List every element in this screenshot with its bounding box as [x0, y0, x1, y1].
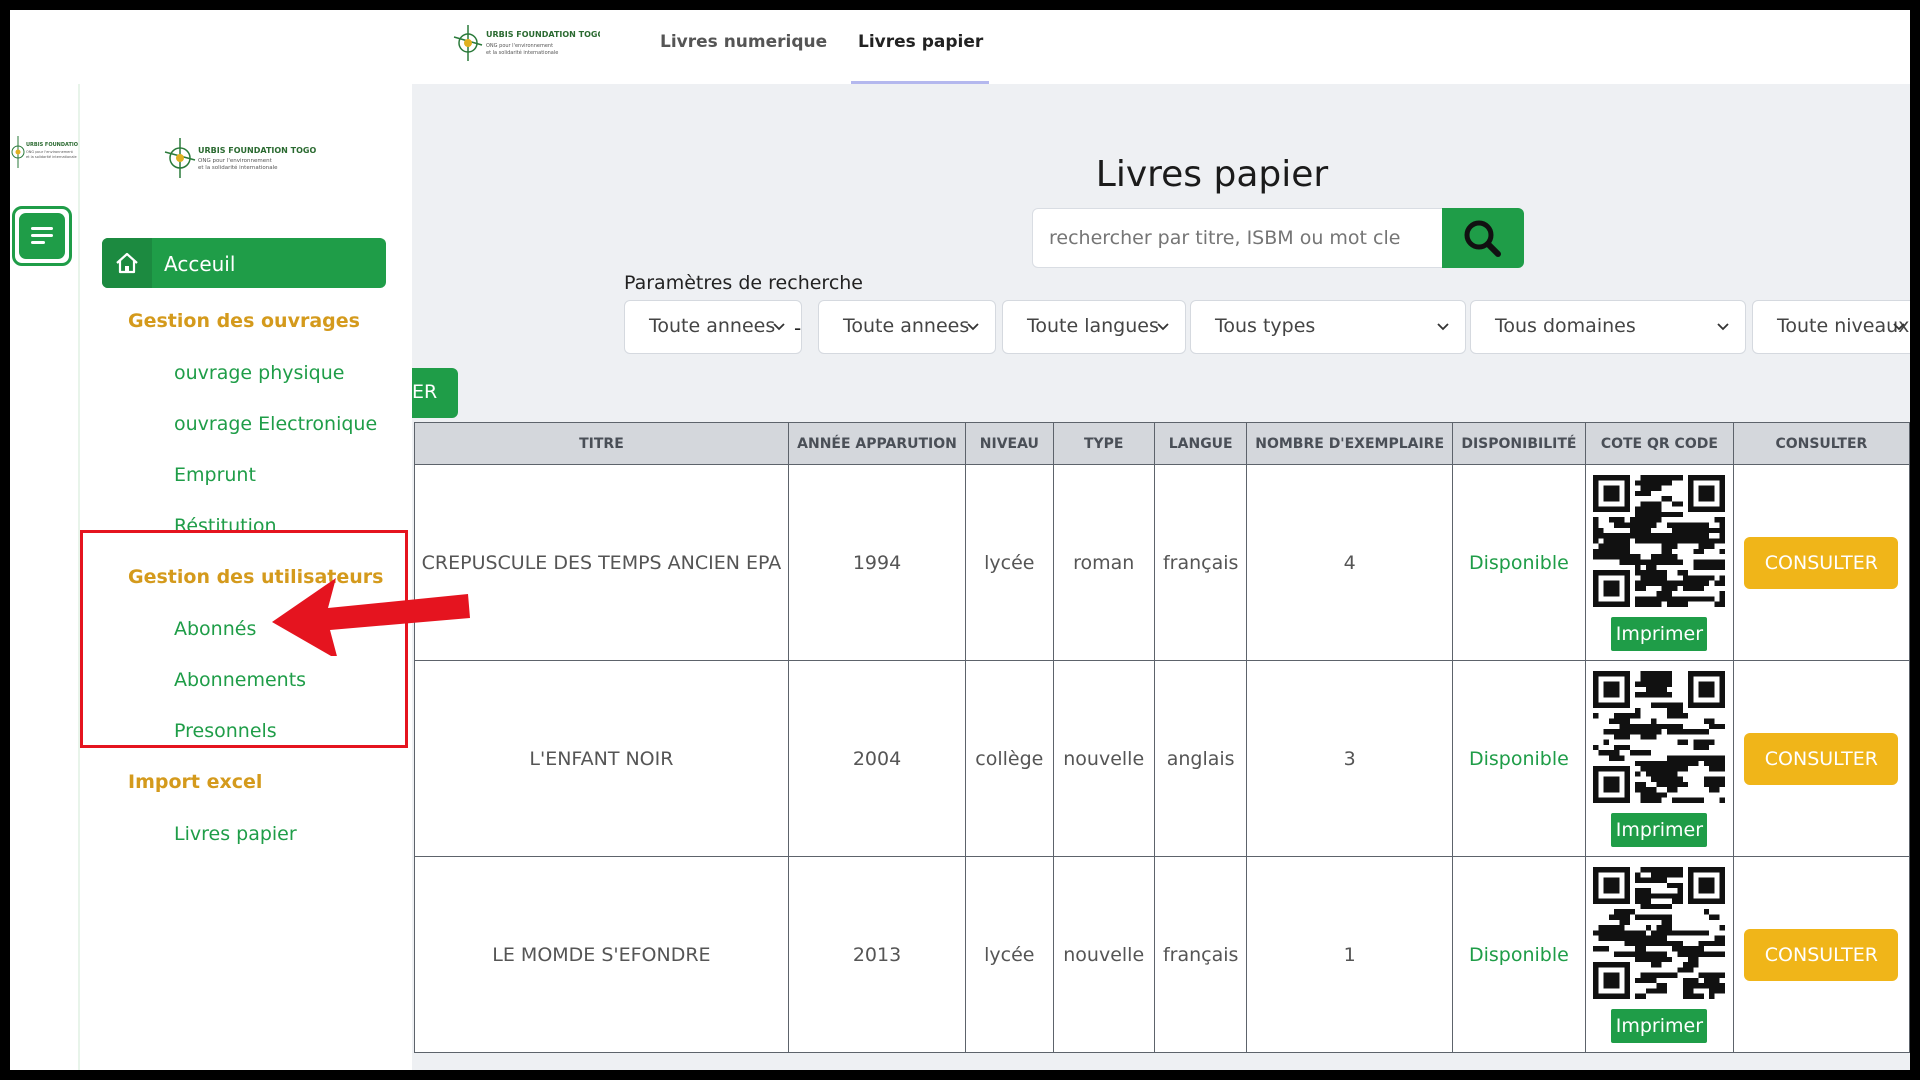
svg-text:URBIS FOUNDATION TOGO: URBIS FOUNDATION TOGO	[26, 142, 78, 148]
consulter-button[interactable]: CONSULTER	[1744, 732, 1899, 785]
cell-niveau: collège	[965, 660, 1054, 857]
cell-langue: français	[1153, 464, 1248, 661]
cell-annee: 1994	[787, 464, 967, 661]
cell-langue: français	[1153, 856, 1248, 1053]
annotation-arrow-icon	[272, 578, 470, 656]
chevron-down-icon	[967, 323, 979, 331]
col-type[interactable]: TYPE	[1052, 422, 1155, 465]
svg-text:ONG pour l'environnement: ONG pour l'environnement	[26, 150, 74, 154]
search-params-label: Paramètres de recherche	[624, 272, 863, 294]
cell-disponibilite: Disponible	[1451, 660, 1587, 857]
chevron-down-icon	[1893, 323, 1905, 331]
cell-niveau: lycée	[965, 464, 1054, 661]
search-input[interactable]	[1032, 208, 1444, 268]
menu-toggle-button[interactable]	[12, 206, 72, 266]
consulter-button[interactable]: CONSULTER	[1744, 928, 1899, 981]
sidebar-item-ouvrage-electronique[interactable]: ouvrage Electronique	[174, 413, 377, 435]
sidebar-logo: URBIS FOUNDATION TOGO ONG pour l'environ…	[164, 138, 316, 178]
table-header-row: TITRE ANNÉE APPARUTION NIVEAU TYPE LANGU…	[414, 422, 1910, 465]
urbis-logo[interactable]: URBIS FOUNDATION TOGO ONG pour l'environ…	[450, 23, 600, 63]
tab-livres-numerique[interactable]: Livres numerique	[660, 32, 827, 84]
cell-qr-code: Imprimer	[1585, 856, 1734, 1053]
col-langue[interactable]: LANGUE	[1153, 422, 1248, 465]
cell-type: roman	[1052, 464, 1155, 661]
page-title: Livres papier	[1095, 154, 1329, 195]
col-consulter[interactable]: CONSULTER	[1732, 422, 1910, 465]
col-titre[interactable]: TITRE	[414, 422, 789, 465]
print-button[interactable]: Imprimer	[1611, 812, 1708, 847]
filter-niveau[interactable]: Toute niveaux	[1752, 300, 1910, 354]
chevron-down-icon	[1717, 323, 1729, 331]
filter-langue[interactable]: Toute langues	[1002, 300, 1186, 354]
search-icon	[1464, 220, 1501, 257]
chevron-down-icon	[1157, 323, 1169, 331]
cell-langue: anglais	[1153, 660, 1248, 857]
sidebar-item-label: Acceuil	[164, 252, 236, 276]
svg-text:et la solidarité international: et la solidarité internationale	[198, 164, 278, 171]
filter-annee-debut[interactable]: Toute annees	[624, 300, 802, 354]
home-icon	[102, 238, 152, 288]
consulter-button[interactable]: CONSULTER	[1744, 536, 1899, 589]
cell-annee: 2004	[787, 660, 967, 857]
qr-code-icon	[1593, 866, 1726, 999]
section-gestion-ouvrages: Gestion des ouvrages	[128, 310, 360, 332]
range-dash: -	[794, 316, 802, 340]
svg-text:URBIS FOUNDATION TOGO: URBIS FOUNDATION TOGO	[198, 146, 316, 155]
col-qr-code[interactable]: COTE QR CODE	[1585, 422, 1734, 465]
cell-nombre: 1	[1246, 856, 1453, 1053]
filter-annee-fin[interactable]: Toute annees	[818, 300, 996, 354]
cell-annee: 2013	[787, 856, 967, 1053]
cell-disponibilite: Disponible	[1451, 856, 1587, 1053]
app-window: URBIS FOUNDATION TOGO ONG pour l'environ…	[10, 10, 1910, 1070]
search-button[interactable]	[1442, 208, 1524, 268]
cell-qr-code: Imprimer	[1585, 660, 1734, 857]
cell-niveau: lycée	[965, 856, 1054, 1053]
table-row: LE MOMDE S'EFONDRE 2013 lycée nouvelle franç…	[414, 856, 1910, 1053]
col-annee[interactable]: ANNÉE APPARUTION	[787, 422, 967, 465]
sidebar-item-emprunt[interactable]: Emprunt	[174, 464, 256, 486]
svg-text:URBIS FOUNDATION TOGO: URBIS FOUNDATION TOGO	[486, 30, 600, 39]
cell-nombre: 3	[1246, 660, 1453, 857]
qr-code-icon	[1593, 474, 1726, 607]
table-row: CREPUSCULE DES TEMPS ANCIEN EPA 1994 lycée…	[414, 464, 1910, 661]
filter-type[interactable]: Tous types	[1190, 300, 1466, 354]
print-button[interactable]: Imprimer	[1611, 1008, 1708, 1043]
cell-type: nouvelle	[1052, 856, 1155, 1053]
print-button[interactable]: Imprimer	[1611, 616, 1708, 651]
col-nombre[interactable]: NOMBRE D'EXEMPLAIRE	[1246, 422, 1453, 465]
sidebar-item-ouvrage-physique[interactable]: ouvrage physique	[174, 362, 344, 384]
top-header: URBIS FOUNDATION TOGO ONG pour l'environ…	[10, 10, 1910, 84]
cell-titre: LE MOMDE S'EFONDRE	[414, 856, 789, 1053]
tab-livres-papier[interactable]: Livres papier	[850, 32, 990, 84]
cell-type: nouvelle	[1052, 660, 1155, 857]
cell-disponibilite: Disponible	[1451, 464, 1587, 661]
col-niveau[interactable]: NIVEAU	[965, 422, 1054, 465]
svg-text:et la solidarité international: et la solidarité internationale	[26, 155, 77, 159]
sidebar-item-acceuil[interactable]: Acceuil	[102, 238, 386, 288]
cell-consulter: CONSULTER	[1732, 856, 1910, 1053]
svg-text:et la solidarité international: et la solidarité internationale	[486, 49, 558, 56]
qr-code-icon	[1593, 670, 1726, 803]
chevron-down-icon	[1437, 323, 1449, 331]
books-table: TITRE ANNÉE APPARUTION NIVEAU TYPE LANGU…	[414, 422, 1910, 1053]
main-content: Livres papier Paramètres de recherche To…	[412, 84, 1910, 1070]
cell-consulter: CONSULTER	[1732, 464, 1910, 661]
table-row: L'ENFANT NOIR 2004 collège nouvelle anglais 3…	[414, 660, 1910, 857]
section-import-excel: Import excel	[128, 771, 263, 793]
mini-rail: URBIS FOUNDATION TOGO ONG pour l'environ…	[10, 84, 80, 1070]
cell-nombre: 4	[1246, 464, 1453, 661]
cell-qr-code: Imprimer	[1585, 464, 1734, 661]
col-disponibilite[interactable]: DISPONIBILITÉ	[1451, 422, 1587, 465]
svg-text:ONG pour l'environnement: ONG pour l'environnement	[486, 43, 553, 49]
filter-apply-button[interactable]: ER	[412, 368, 458, 418]
cell-titre: L'ENFANT NOIR	[414, 660, 789, 857]
chevron-down-icon	[773, 323, 785, 331]
cell-consulter: CONSULTER	[1732, 660, 1910, 857]
rail-logo: URBIS FOUNDATION TOGO ONG pour l'environ…	[11, 136, 78, 168]
sidebar-item-livres-papier[interactable]: Livres papier	[174, 823, 297, 845]
hamburger-icon	[19, 213, 65, 259]
filter-domaine[interactable]: Tous domaines	[1470, 300, 1746, 354]
svg-text:ONG pour l'environnement: ONG pour l'environnement	[198, 158, 273, 164]
